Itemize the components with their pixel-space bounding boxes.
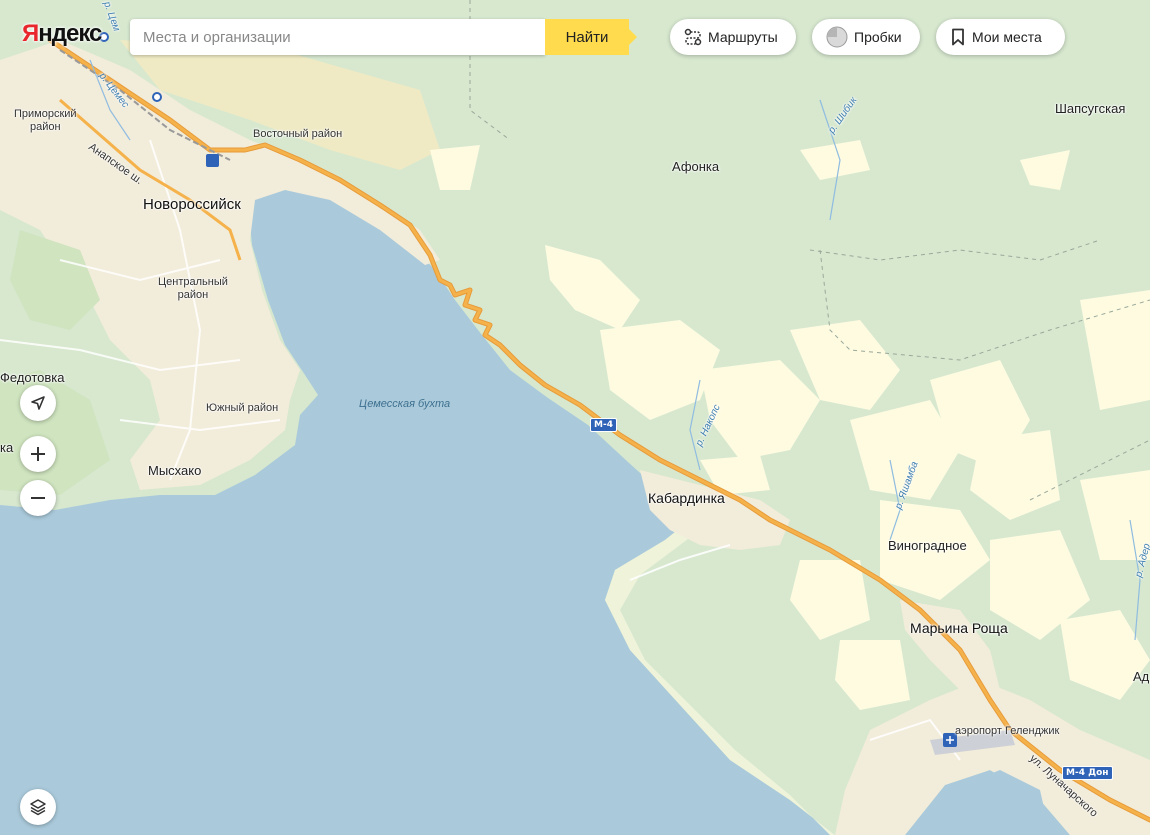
label-primorsky-district: Приморский район <box>14 108 77 134</box>
label-yuzhny-district: Южный район <box>206 402 279 414</box>
label-tsemesskaya-bay: Цемесская бухта <box>359 398 451 410</box>
layers-button[interactable] <box>20 789 56 825</box>
routes-label: Маршруты <box>708 29 778 45</box>
routes-icon <box>684 28 702 46</box>
label-centralny-line1: Центральный <box>158 276 228 288</box>
zoom-in-button[interactable] <box>20 436 56 472</box>
label-maryina-roscha: Марьина Роща <box>910 620 1008 636</box>
label-centralny-district: Центральный район <box>158 276 228 302</box>
traffic-icon <box>826 26 848 48</box>
label-afonka: Афонка <box>672 159 720 174</box>
train-station-icon <box>206 154 219 167</box>
my-places-label: Мои места <box>972 29 1042 45</box>
traffic-button[interactable]: Пробки <box>812 19 920 55</box>
route-shield-m4: М-4 <box>590 418 617 432</box>
label-airport: аэропорт Геленджик <box>955 725 1060 737</box>
routes-button[interactable]: Маршруты <box>670 19 796 55</box>
label-shapsugskaya: Шапсугская <box>1055 101 1126 116</box>
label-partial-east: Ад <box>1133 669 1150 684</box>
label-myskhako: Мысхако <box>148 463 202 478</box>
map-canvas[interactable] <box>0 0 1150 835</box>
label-kabardinka: Кабардинка <box>648 490 725 506</box>
location-arrow-icon <box>31 396 45 410</box>
search-button[interactable]: Найти <box>545 19 637 55</box>
bookmark-icon <box>952 28 964 46</box>
label-primorsky-line1: Приморский <box>14 108 77 120</box>
logo-rest: ндекс <box>38 20 102 47</box>
label-fedotovka: Федотовка <box>0 370 65 385</box>
label-primorsky-line2: район <box>30 121 61 133</box>
label-partial-west: ка <box>0 440 14 455</box>
yandex-logo[interactable]: Яндекс <box>22 20 102 48</box>
layers-icon <box>30 799 46 816</box>
label-novorossiysk: Новороссийск <box>143 196 241 213</box>
plus-icon <box>31 447 45 461</box>
label-vinogradnoe: Виноградное <box>888 538 967 553</box>
label-vostochny-district: Восточный район <box>253 128 343 140</box>
logo-first-letter: Я <box>22 20 39 47</box>
zoom-out-button[interactable] <box>20 480 56 516</box>
search-input[interactable] <box>130 19 545 55</box>
minus-icon <box>31 497 45 499</box>
my-places-button[interactable]: Мои места <box>936 19 1065 55</box>
traffic-label: Пробки <box>854 29 902 45</box>
geolocation-button[interactable] <box>20 385 56 421</box>
route-shield-m4-don: М-4 Дон <box>1062 766 1113 780</box>
label-centralny-line2: район <box>177 289 209 301</box>
